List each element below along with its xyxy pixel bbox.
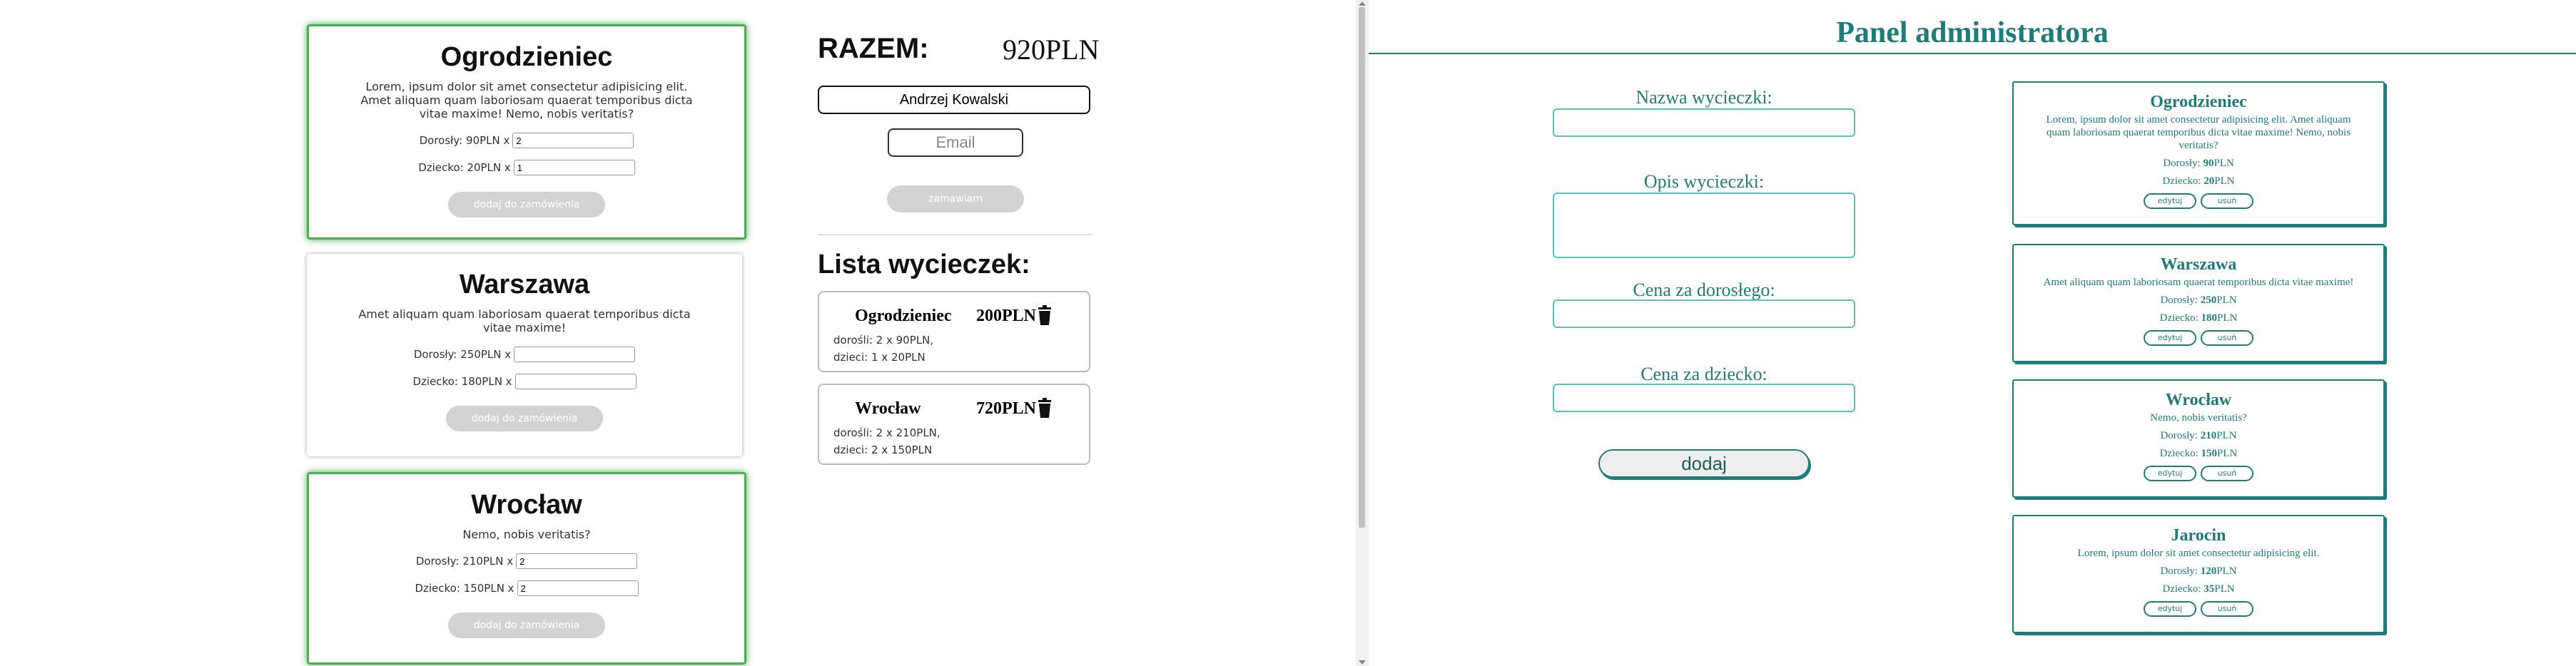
total-value: 920PLN (1003, 34, 1100, 66)
admin-child-price: Dziecko: 20PLN (2162, 175, 2235, 187)
trip-list-title: Lista wycieczek: (818, 250, 1030, 280)
admin-trip-title: Warszawa (2160, 255, 2237, 274)
edit-button[interactable]: edytuj (2144, 466, 2196, 481)
admin-child-price: Dziecko: 150PLN (2159, 448, 2238, 459)
trash-icon[interactable] (1037, 398, 1053, 418)
adult-quantity-input[interactable] (516, 553, 638, 569)
add-to-order-button[interactable]: dodaj do zamówienia (448, 192, 605, 217)
admin-card-actions: edytuj usuń (2014, 466, 2383, 481)
admin-trip-description: Lorem, ipsum dolor sit amet consectetur … (2077, 548, 2320, 559)
admin-adult-price: Dorosły: 210PLN (2160, 430, 2237, 441)
order-button[interactable]: zamawiam (887, 185, 1024, 212)
child-price-label: Dziecko: 20PLN x (418, 161, 511, 174)
delete-button[interactable]: usuń (2201, 330, 2253, 346)
divider (1369, 53, 2576, 54)
name-field[interactable]: Andrzej Kowalski (818, 86, 1090, 114)
child-price-field[interactable] (1553, 384, 1855, 412)
child-quantity-input[interactable] (517, 580, 639, 596)
delete-button[interactable]: usuń (2201, 193, 2253, 209)
edit-button[interactable]: edytuj (2144, 601, 2196, 617)
add-trip-button[interactable]: dodaj (1598, 449, 1810, 478)
admin-trip-title: Ogrodzieniec (2150, 93, 2247, 111)
order-item-name: Ogrodzieniec (855, 307, 952, 325)
child-price-label: Dziecko: 150PLN x (415, 582, 514, 595)
admin-card-actions: edytuj usuń (2014, 193, 2383, 209)
trip-name-label: Nazwa wycieczki: (1636, 87, 1773, 108)
trip-card-description: Lorem, ipsum dolor sit amet consectetur … (360, 80, 693, 121)
admin-child-price: Dziecko: 180PLN (2159, 312, 2238, 324)
admin-child-price: Dziecko: 35PLN (2162, 583, 2235, 595)
order-item-children: dzieci: 1 x 20PLN (833, 351, 926, 364)
adult-quantity-input[interactable] (512, 133, 634, 148)
admin-trip-title: Jarocin (2171, 526, 2226, 545)
adult-row: Dorosły: 250PLN x (307, 344, 742, 364)
delete-button[interactable]: usuń (2201, 466, 2253, 481)
admin-adult-price: Dorosły: 120PLN (2160, 565, 2237, 577)
scroll-down-icon[interactable] (1359, 660, 1366, 665)
admin-card-actions: edytuj usuń (2014, 330, 2383, 346)
admin-trip-card: Ogrodzieniec Lorem, ipsum dolor sit amet… (2012, 81, 2385, 225)
trip-card-title: Wrocław (471, 490, 582, 520)
edit-button[interactable]: edytuj (2144, 193, 2196, 209)
admin-trip-description: Nemo, nobis veritatis? (2150, 412, 2247, 424)
adult-price-label: Dorosły: 250PLN x (413, 348, 512, 361)
adult-price-label: Dorosły: 210PLN x (415, 555, 514, 568)
admin-trip-description: Lorem, ipsum dolor sit amet consectetur … (2046, 114, 2351, 151)
admin-trip-description: Amet aliquam quam laboriosam quaerat tem… (2043, 277, 2354, 288)
scroll-up-icon[interactable] (1359, 1, 1366, 6)
admin-trip-card: Warszawa Amet aliquam quam laboriosam qu… (2012, 244, 2385, 362)
delete-button[interactable]: usuń (2201, 601, 2253, 617)
trip-desc-label: Opis wycieczki: (1643, 171, 1765, 192)
admin-trip-title: Wrocław (2165, 391, 2232, 409)
child-row: Dziecko: 20PLN x (309, 158, 744, 178)
order-item-children: dzieci: 2 x 150PLN (833, 444, 933, 456)
trip-card-description: Nemo, nobis veritatis? (462, 528, 591, 541)
trip-card-title: Warszawa (459, 270, 590, 299)
admin-panel-title: Panel administratora (1836, 16, 2109, 49)
trip-card-ogrodzieniec: Ogrodzieniec Lorem, ipsum dolor sit amet… (307, 24, 746, 240)
admin-card-actions: edytuj usuń (2014, 601, 2383, 617)
order-item-price: 200PLN (976, 307, 1036, 325)
admin-trip-card: Wrocław Nemo, nobis veritatis? Dorosły: … (2012, 379, 2385, 498)
adult-price-field[interactable] (1553, 299, 1855, 328)
add-to-order-button[interactable]: dodaj do zamówienia (448, 613, 605, 638)
trip-card-warszawa: Warszawa Amet aliquam quam laboriosam qu… (307, 254, 742, 456)
adult-price-label: Cena za dorosłego: (1633, 280, 1775, 300)
admin-adult-price: Dorosły: 90PLN (2163, 158, 2234, 169)
trip-card-description: Amet aliquam quam laboriosam quaerat tem… (358, 307, 691, 334)
order-item-adults: dorośli: 2 x 90PLN, (833, 334, 934, 347)
trip-card-wroclaw: Wrocław Nemo, nobis veritatis? Dorosły: … (307, 472, 746, 665)
add-to-order-button[interactable]: dodaj do zamówienia (446, 406, 603, 431)
child-row: Dziecko: 150PLN x (309, 578, 744, 598)
child-quantity-input[interactable] (513, 160, 635, 175)
order-item: Wrocław 720PLN dorośli: 2 x 210PLN, dzie… (818, 384, 1090, 465)
scrollbar[interactable] (1356, 0, 1369, 666)
email-field[interactable]: Email (888, 128, 1023, 157)
order-item-price: 720PLN (976, 399, 1036, 418)
child-price-label: Dziecko: 180PLN x (412, 375, 512, 388)
admin-trip-card: Jarocin Lorem, ipsum dolor sit amet cons… (2012, 515, 2385, 633)
child-row: Dziecko: 180PLN x (307, 372, 742, 391)
trash-icon[interactable] (1037, 305, 1053, 325)
adult-price-label: Dorosły: 90PLN x (419, 134, 510, 147)
total-label: RAZEM: (818, 33, 929, 64)
adult-row: Dorosły: 210PLN x (309, 551, 744, 571)
scrollbar-thumb[interactable] (1359, 7, 1365, 528)
adult-quantity-input[interactable] (514, 347, 636, 362)
admin-adult-price: Dorosły: 250PLN (2160, 294, 2237, 306)
order-item: Ogrodzieniec 200PLN dorośli: 2 x 90PLN, … (818, 291, 1090, 372)
trip-desc-field[interactable] (1553, 193, 1855, 258)
order-item-name: Wrocław (855, 399, 921, 418)
divider (818, 234, 1092, 235)
child-price-label: Cena za dziecko: (1641, 364, 1768, 384)
order-item-adults: dorośli: 2 x 210PLN, (833, 426, 940, 439)
adult-row: Dorosły: 90PLN x (309, 130, 744, 150)
trip-card-title: Ogrodzieniec (440, 42, 613, 72)
trip-name-field[interactable] (1553, 108, 1855, 137)
child-quantity-input[interactable] (514, 374, 637, 389)
edit-button[interactable]: edytuj (2144, 330, 2196, 346)
